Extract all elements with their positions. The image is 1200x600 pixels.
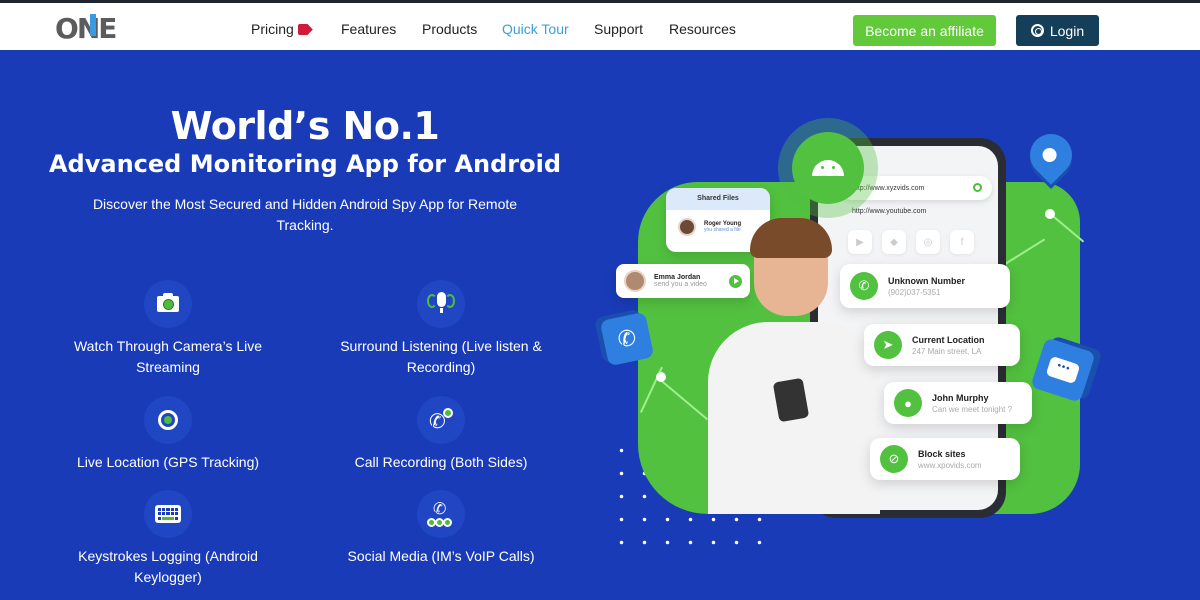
location-pin-icon — [1021, 125, 1081, 185]
card-title: Current Location — [912, 334, 985, 345]
chat-card: ● John Murphy Can we meet tonight ? — [884, 382, 1032, 424]
keyboard-icon — [144, 490, 192, 538]
feature-surround-listening: Surround Listening (Live listen & Record… — [321, 280, 561, 378]
feature-label: Keystrokes Logging (Android Keylogger) — [78, 548, 258, 585]
microphone-icon — [417, 280, 465, 328]
nav-support[interactable]: Support — [594, 21, 643, 37]
nav-pricing-label: Pricing — [251, 21, 294, 37]
call-card: ✆ Unknown Number (902)037-5351 — [840, 264, 1010, 308]
android-icon — [792, 132, 864, 204]
phone-badge-icon: ✆ — [599, 311, 655, 367]
block-sites-card: ⊘ Block sites www.xpovids.com — [870, 438, 1020, 480]
card-subtitle: Can we meet tonight ? — [932, 404, 1013, 414]
gps-target-icon — [144, 396, 192, 444]
site-header: ONE Pricing Features Products Quick Tour… — [0, 3, 1200, 52]
chat-icon: ● — [894, 389, 922, 417]
phone-icon: ✆ — [850, 272, 878, 300]
feature-label: Call Recording (Both Sides) — [354, 454, 528, 470]
feature-label: Surround Listening (Live listen & Record… — [340, 338, 542, 375]
login-button[interactable]: Login — [1016, 15, 1099, 46]
nav-quick-tour[interactable]: Quick Tour — [502, 21, 569, 37]
hero-subtitle: Advanced Monitoring App for Android — [48, 150, 562, 178]
hero-description: Discover the Most Secured and Hidden And… — [92, 196, 518, 233]
feature-label: Social Media (IM’s VoIP Calls) — [347, 548, 535, 564]
feature-social-media: ✆ Social Media (IM’s VoIP Calls) — [321, 490, 561, 567]
feature-live-location: Live Location (GPS Tracking) — [48, 396, 288, 473]
card-title: Block sites — [918, 448, 966, 459]
feature-label: Live Location (GPS Tracking) — [76, 454, 260, 470]
nav-features[interactable]: Features — [341, 21, 396, 37]
navigation-icon: ➤ — [874, 331, 902, 359]
price-tag-icon — [297, 24, 313, 35]
card-title: John Murphy — [932, 392, 989, 403]
card-title: Unknown Number — [888, 275, 966, 286]
feature-keylogger: Keystrokes Logging (Android Keylogger) — [48, 490, 288, 588]
avatar — [624, 270, 646, 292]
camera-icon — [144, 280, 192, 328]
card-subtitle: www.xpovids.com — [918, 460, 982, 470]
card-subtitle: (902)037-5351 — [888, 287, 941, 297]
connector-node — [656, 372, 666, 382]
logo[interactable]: ONE — [55, 12, 117, 45]
location-card: ➤ Current Location 247 Main street, LA — [864, 324, 1020, 366]
hero-title: World’s No.1 — [170, 104, 440, 148]
url-history: http://www.youtube.com — [852, 208, 927, 215]
feature-label: Watch Through Camera’s Live Streaming — [73, 338, 263, 375]
facebook-icon: f — [950, 230, 974, 254]
connector-node — [1045, 209, 1055, 219]
voip-call-icon: ✆ — [417, 490, 465, 538]
search-icon — [973, 183, 982, 192]
login-label: Login — [1049, 22, 1085, 39]
become-affiliate-button[interactable]: Become an affiliate — [853, 15, 996, 46]
fingerprint-icon — [1030, 24, 1044, 37]
call-recording-icon: ✆ — [417, 396, 465, 444]
card-subtitle: 247 Main street, LA — [912, 346, 982, 356]
block-icon: ⊘ — [880, 445, 908, 473]
nav-products[interactable]: Products — [422, 21, 477, 37]
nav-resources[interactable]: Resources — [669, 21, 736, 37]
nav-pricing[interactable]: Pricing — [251, 21, 313, 37]
shared-files-title: Shared Files — [666, 188, 770, 210]
instagram-icon: ◎ — [916, 230, 940, 254]
feature-call-recording: ✆ Call Recording (Both Sides) — [321, 396, 561, 473]
hero-illustration: http://www.xyzvids.com http://www.youtub… — [590, 54, 1200, 600]
feature-camera: Watch Through Camera’s Live Streaming — [48, 280, 288, 378]
